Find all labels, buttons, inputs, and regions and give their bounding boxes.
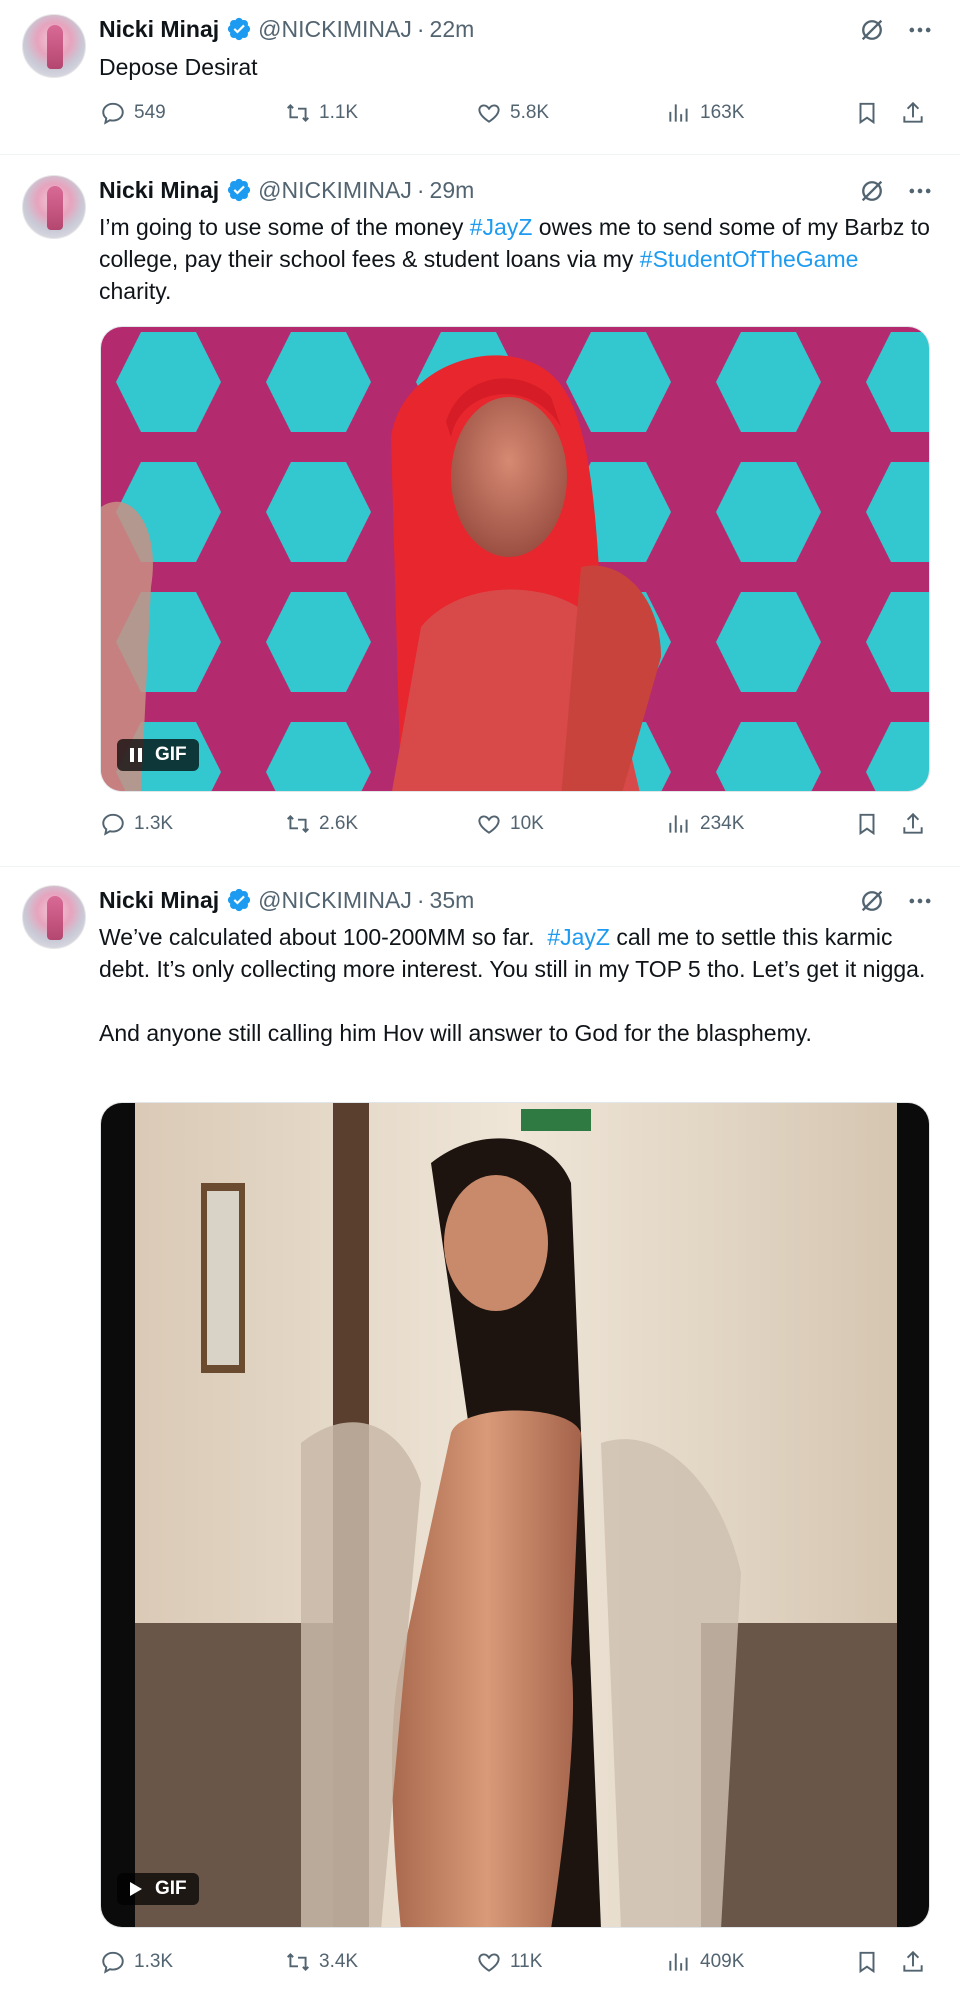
reply-count: 549 [134, 102, 166, 123]
timestamp[interactable]: 29m [430, 175, 475, 205]
heart-icon [478, 104, 500, 123]
repost-count: 3.4K [319, 1951, 359, 1972]
gif-media[interactable]: GIF [100, 1102, 930, 1928]
reply-button[interactable]: 1.3K [100, 811, 173, 837]
share-icon [903, 1950, 923, 1972]
tweet-text: Depose Desirat [99, 54, 258, 80]
grok-icon[interactable] [858, 887, 886, 915]
separator: · [416, 887, 425, 913]
views-icon [669, 104, 688, 122]
tweet-text: We’ve calculated about 100-200MM so far.… [99, 924, 926, 1046]
repost-icon [287, 104, 309, 122]
gif-label: GIF [155, 744, 187, 765]
views-count: 234K [700, 813, 745, 834]
avatar[interactable] [22, 175, 86, 239]
hashtag-link[interactable]: #StudentOfTheGame [640, 246, 859, 272]
hashtag-link[interactable]: #JayZ [470, 214, 533, 240]
repost-button[interactable]: 3.4K [285, 1949, 358, 1975]
grok-icon[interactable] [858, 16, 886, 44]
reply-count: 1.3K [134, 1951, 174, 1972]
author-name[interactable]: Nicki Minaj [99, 885, 219, 915]
like-count: 10K [510, 813, 544, 834]
repost-icon [287, 1953, 309, 1971]
timestamp[interactable]: 35m [430, 885, 475, 915]
bookmark-icon [859, 813, 875, 836]
author-handle[interactable]: @NICKIMINAJ [258, 175, 412, 205]
views-icon [669, 1953, 688, 1971]
tweet-header: Nicki Minaj @NICKIMINAJ · 29m [99, 175, 474, 205]
bookmark-icon [859, 102, 875, 125]
repost-count: 2.6K [319, 813, 359, 834]
repost-button[interactable]: 2.6K [285, 811, 358, 837]
tweet-actions: 549 1.1K 5.8K 163K [100, 100, 936, 140]
heart-icon [478, 815, 500, 834]
gif-image [101, 327, 929, 791]
reply-button[interactable]: 549 [100, 100, 166, 126]
play-icon [130, 1882, 142, 1896]
reply-count: 1.3K [134, 813, 174, 834]
pause-icon [130, 748, 142, 762]
views-count: 409K [700, 1951, 745, 1972]
tweet-1[interactable]: Nicki Minaj @NICKIMINAJ · 22m Depose Des… [0, 0, 960, 155]
share-button[interactable] [900, 1949, 926, 1975]
tweet-2[interactable]: Nicki Minaj @NICKIMINAJ · 29m I’m going … [0, 155, 960, 867]
gif-label: GIF [155, 1878, 187, 1899]
author-name[interactable]: Nicki Minaj [99, 14, 219, 44]
heart-icon [478, 1953, 500, 1972]
repost-count: 1.1K [319, 102, 359, 123]
tweet-header: Nicki Minaj @NICKIMINAJ · 35m [99, 885, 474, 915]
tweet-text: I’m going to use some of the money #JayZ… [99, 214, 937, 304]
hashtag-link[interactable]: #JayZ [547, 924, 610, 950]
share-icon [903, 101, 923, 123]
verified-badge-icon [228, 888, 251, 912]
bookmark-button[interactable] [854, 1949, 880, 1975]
avatar[interactable] [22, 14, 86, 78]
separator: · [416, 177, 425, 203]
reply-icon [102, 102, 124, 125]
gif-image [101, 1103, 929, 1927]
more-icon[interactable] [906, 16, 934, 44]
views-icon [669, 815, 688, 833]
reply-icon [102, 813, 124, 836]
gif-media[interactable]: GIF [100, 326, 930, 792]
author-handle[interactable]: @NICKIMINAJ [258, 14, 412, 44]
gif-badge[interactable]: GIF [117, 1873, 199, 1905]
tweet-actions: 1.3K 3.4K 11K 409K [100, 1949, 936, 1989]
verified-badge-icon [228, 17, 251, 41]
timestamp[interactable]: 22m [430, 14, 475, 44]
tweet-actions: 1.3K 2.6K 10K 234K [100, 811, 936, 851]
views-button[interactable]: 409K [666, 1949, 744, 1975]
views-button[interactable]: 234K [666, 811, 744, 837]
tweet-header: Nicki Minaj @NICKIMINAJ · 22m [99, 14, 474, 44]
reply-icon [102, 1951, 124, 1974]
author-handle[interactable]: @NICKIMINAJ [258, 885, 412, 915]
like-count: 11K [510, 1951, 543, 1972]
share-icon [903, 812, 923, 834]
more-icon[interactable] [906, 177, 934, 205]
bookmark-icon [859, 1951, 875, 1974]
share-button[interactable] [900, 100, 926, 126]
bookmark-button[interactable] [854, 811, 880, 837]
repost-icon [287, 815, 309, 833]
share-button[interactable] [900, 811, 926, 837]
tweet-3[interactable]: Nicki Minaj @NICKIMINAJ · 35m We’ve calc… [0, 867, 960, 2000]
repost-button[interactable]: 1.1K [285, 100, 358, 126]
verified-badge-icon [228, 178, 251, 202]
bookmark-button[interactable] [854, 100, 880, 126]
author-name[interactable]: Nicki Minaj [99, 175, 219, 205]
views-count: 163K [700, 102, 745, 123]
views-button[interactable]: 163K [666, 100, 744, 126]
separator: · [416, 16, 425, 42]
gif-badge[interactable]: GIF [117, 739, 199, 771]
like-count: 5.8K [510, 102, 550, 123]
like-button[interactable]: 10K [476, 811, 544, 837]
grok-icon[interactable] [858, 177, 886, 205]
like-button[interactable]: 5.8K [476, 100, 549, 126]
reply-button[interactable]: 1.3K [100, 1949, 173, 1975]
more-icon[interactable] [906, 887, 934, 915]
avatar[interactable] [22, 885, 86, 949]
like-button[interactable]: 11K [476, 1949, 542, 1975]
